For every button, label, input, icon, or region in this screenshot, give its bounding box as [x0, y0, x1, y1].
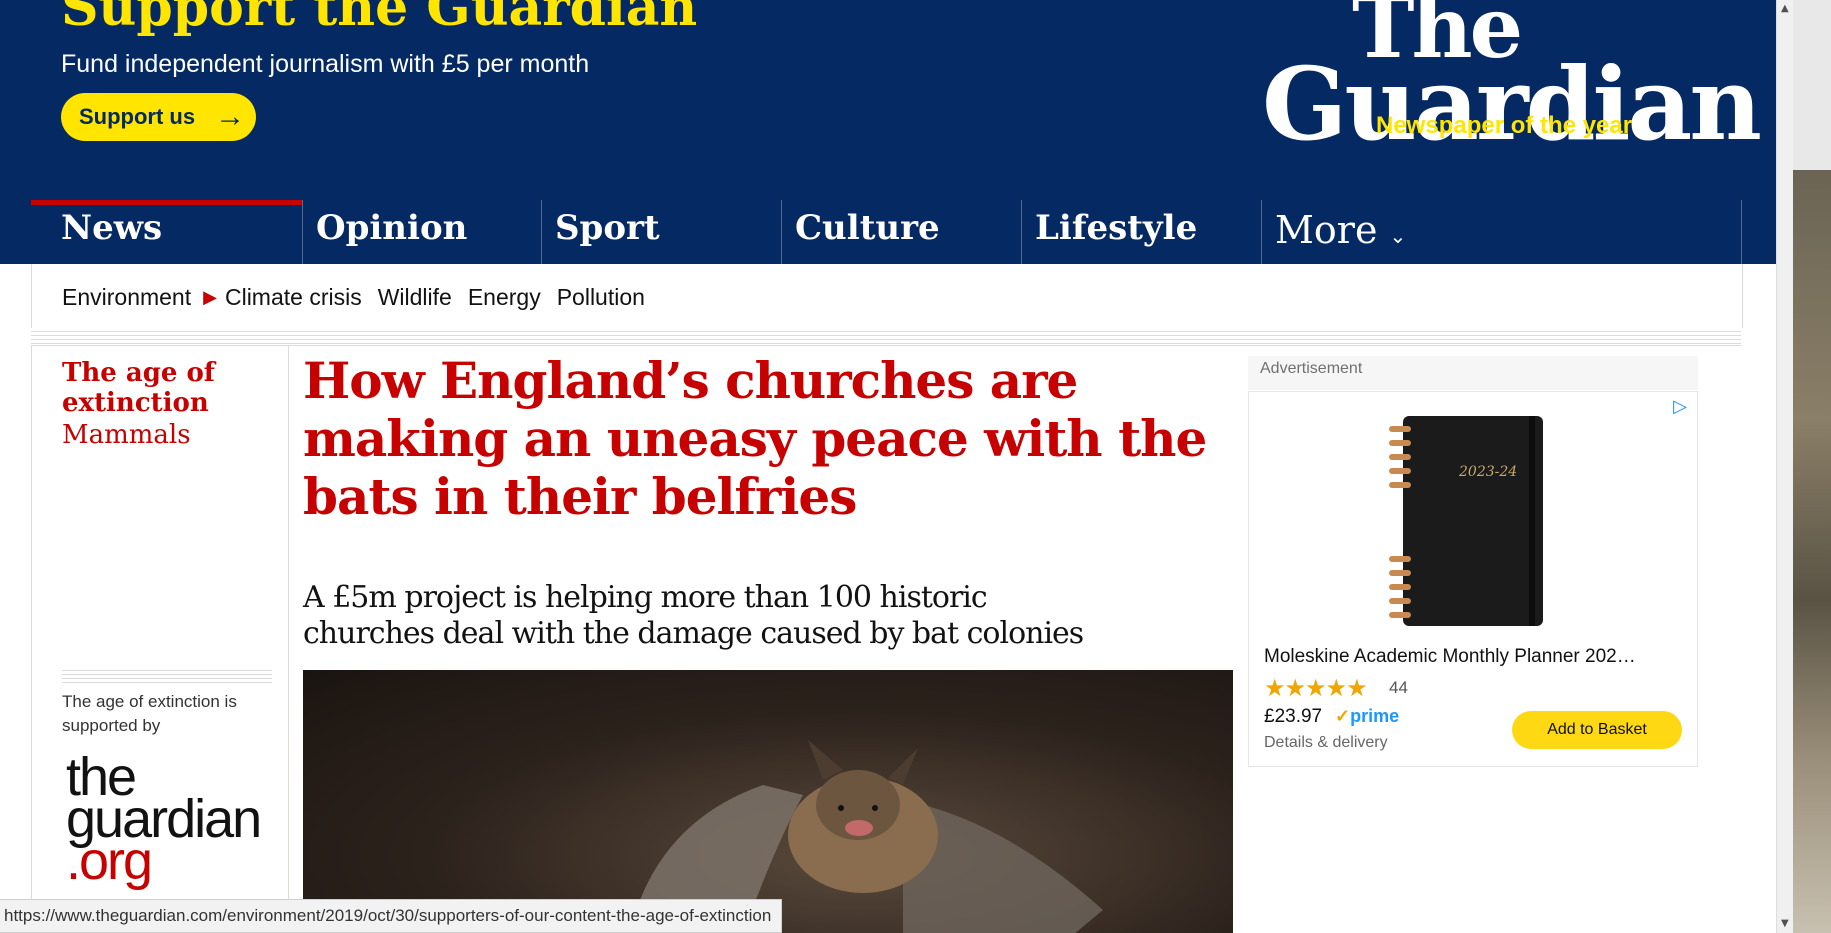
- article-headline: How England’s churches are making an une…: [303, 351, 1207, 526]
- prime-text: prime: [1350, 706, 1400, 726]
- rating-count: 44: [1389, 678, 1408, 697]
- prime-check-icon: ✓: [1335, 706, 1351, 726]
- vertical-scrollbar[interactable]: ▲ ▼: [1776, 0, 1793, 933]
- chevron-down-icon: ⌄: [1389, 224, 1407, 248]
- nav-item-news[interactable]: News: [31, 200, 302, 264]
- add-to-basket-button[interactable]: Add to Basket: [1512, 711, 1682, 749]
- page: Support the Guardian Fund independent jo…: [0, 0, 1776, 933]
- support-us-button[interactable]: Support us →: [61, 93, 256, 141]
- subnav-item-environment[interactable]: Environment: [62, 284, 191, 311]
- ad-price: £23.97: [1264, 706, 1323, 727]
- adchoices-icon[interactable]: ▷: [1673, 396, 1687, 417]
- supported-by-text: The age of extinction is supported by: [62, 692, 237, 735]
- section-divider: [31, 328, 1741, 346]
- nav-item-lifestyle[interactable]: Lifestyle: [1021, 200, 1261, 264]
- status-bar-url: https://www.theguardian.com/environment/…: [0, 899, 783, 933]
- nav-item-label: Sport: [555, 208, 660, 248]
- nav-more-button[interactable]: More ⌄: [1261, 200, 1741, 264]
- nav-more-label: More: [1275, 208, 1378, 252]
- background-window-strip: [1793, 0, 1831, 933]
- nav-item-sport[interactable]: Sport: [541, 200, 781, 264]
- nav-item-label: Culture: [795, 208, 940, 248]
- masthead: Support the Guardian Fund independent jo…: [0, 0, 1776, 264]
- subnav-item-energy[interactable]: Energy: [468, 284, 541, 311]
- sub-nav: Environment ▶ Climate crisis Wildlife En…: [31, 264, 1743, 328]
- scroll-down-icon[interactable]: ▼: [1781, 918, 1789, 929]
- arrow-right-icon: →: [215, 100, 246, 133]
- ad-unit[interactable]: ▷ 2023-24 Moleskine Academic Monthly Pla…: [1248, 391, 1698, 767]
- nav-item-label: Opinion: [316, 208, 468, 248]
- support-divider: [62, 670, 272, 684]
- nav-item-opinion[interactable]: Opinion: [302, 200, 541, 264]
- hero-image-bat: [303, 670, 1233, 933]
- scroll-up-icon[interactable]: ▲: [1781, 3, 1789, 14]
- guardian-logo[interactable]: The Guardian Newspaper of the year: [1262, 0, 1762, 154]
- logo-tagline: Newspaper of the year: [1376, 112, 1633, 139]
- rating-stars-icon: ★★★★★: [1264, 674, 1368, 702]
- subnav-item-wildlife[interactable]: Wildlife: [378, 284, 452, 311]
- series-name-link[interactable]: The age of extinction: [62, 358, 282, 418]
- nav-item-label: News: [61, 208, 163, 248]
- article-standfirst: A £5m project is helping more than 100 h…: [303, 580, 1084, 651]
- advertisement-label: Advertisement: [1248, 356, 1698, 390]
- ad-product-title[interactable]: Moleskine Academic Monthly Planner 202…: [1264, 646, 1636, 668]
- series-column: The age of extinction Mammals The age of…: [31, 346, 289, 933]
- subnav-item-pollution[interactable]: Pollution: [557, 284, 645, 311]
- ad-delivery-link[interactable]: Details & delivery: [1264, 734, 1388, 752]
- support-subtitle: Fund independent journalism with £5 per …: [61, 50, 590, 78]
- planner-cover-text: 2023-24: [1458, 464, 1517, 480]
- triangle-right-icon: ▶: [203, 287, 217, 307]
- primary-nav: News Opinion Sport Culture Lifestyle Mor…: [31, 200, 1742, 264]
- nav-item-culture[interactable]: Culture: [781, 200, 1021, 264]
- nav-item-label: Lifestyle: [1035, 208, 1198, 248]
- series-section-link[interactable]: Mammals: [62, 420, 191, 450]
- support-title: Support the Guardian: [61, 0, 698, 38]
- theguardian-org-logo[interactable]: the guardian .org: [66, 750, 262, 888]
- planner-product-image: 2023-24: [1389, 416, 1543, 626]
- prime-badge: ✓prime: [1335, 706, 1399, 727]
- support-us-label: Support us: [79, 104, 196, 129]
- bat-illustration: [633, 740, 1103, 933]
- subnav-item-climate-crisis[interactable]: Climate crisis: [225, 284, 362, 311]
